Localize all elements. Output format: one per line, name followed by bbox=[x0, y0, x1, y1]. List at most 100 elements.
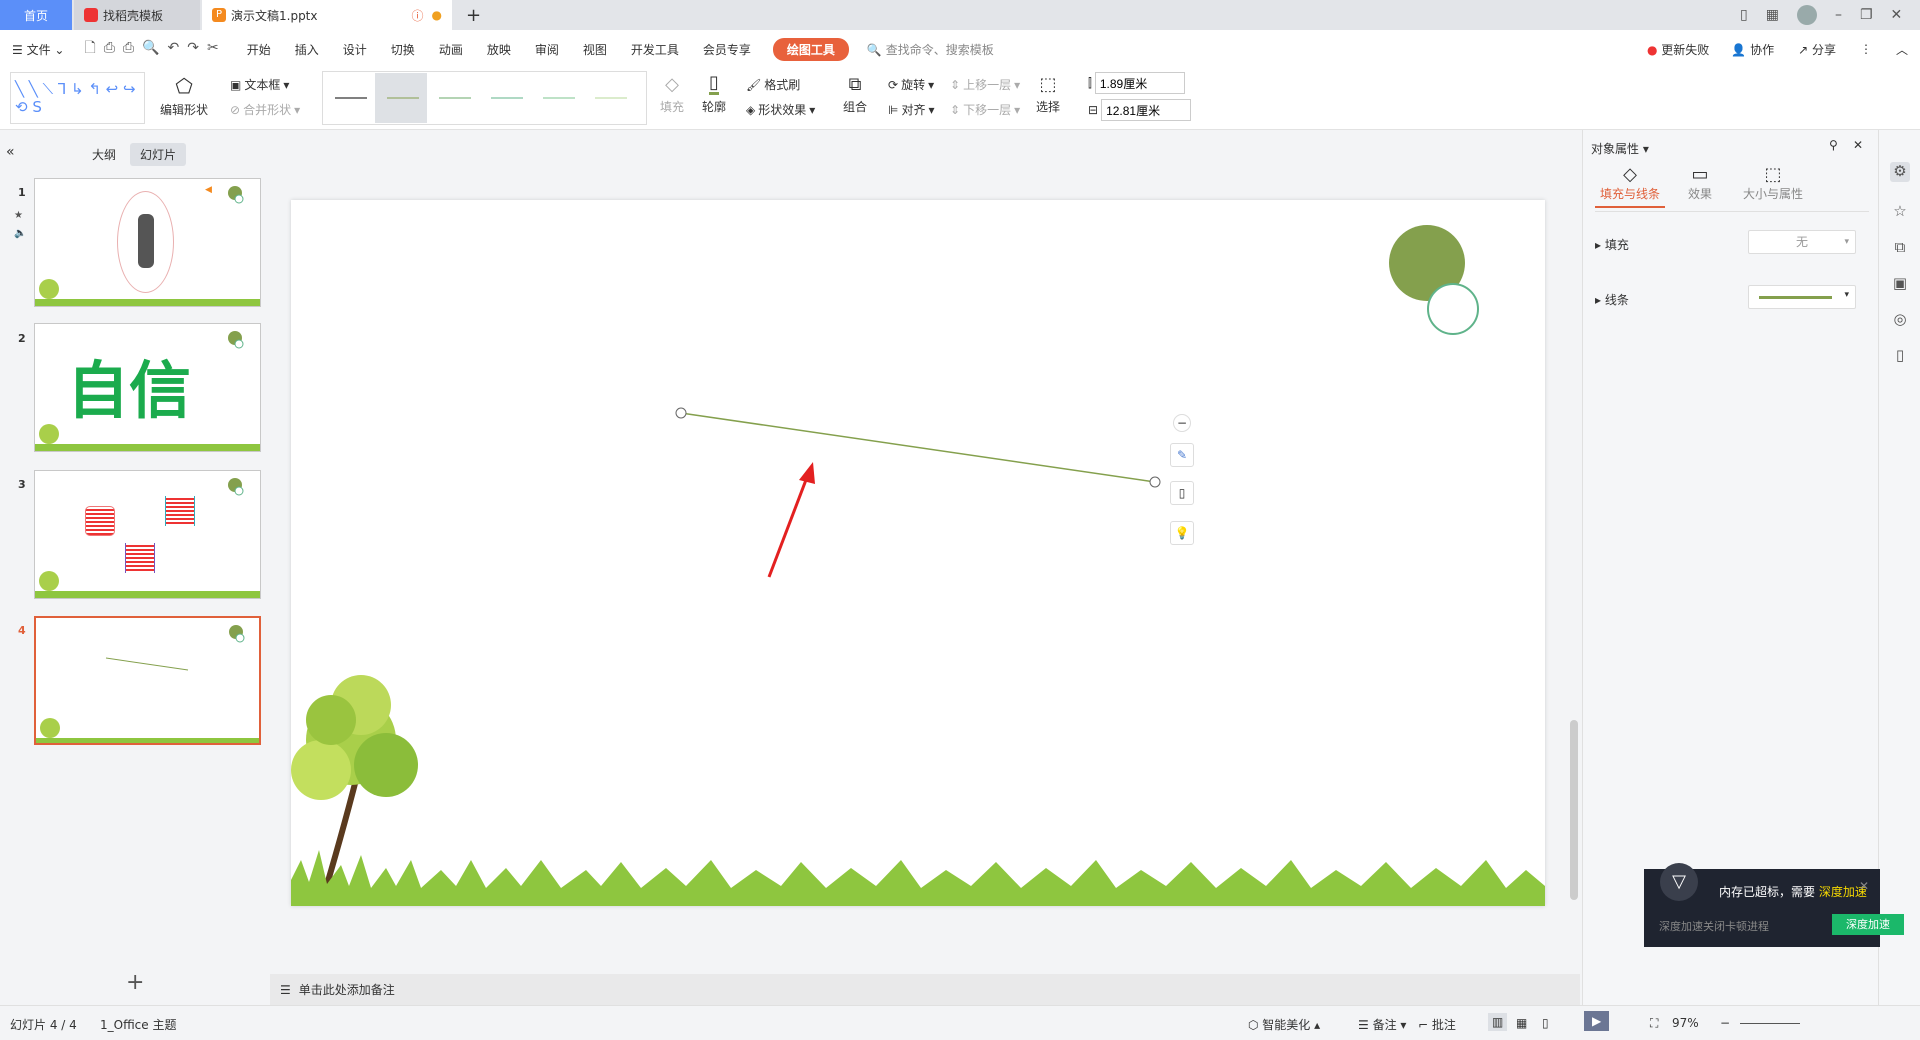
outline-label: 轮廓 bbox=[702, 100, 727, 114]
tab-templates[interactable]: 找稻壳模板 bbox=[74, 0, 200, 30]
menu-developer[interactable]: 开发工具 bbox=[619, 41, 691, 58]
bring-forward-button[interactable]: ⇕ 上移一层 ▾ bbox=[950, 76, 1020, 93]
sorter-view-icon[interactable]: ▦ bbox=[1516, 1016, 1527, 1030]
rotate-button[interactable]: ⟳ 旋转 ▾ bbox=[888, 76, 934, 93]
menu-animation[interactable]: 动画 bbox=[427, 41, 475, 58]
add-slide-button[interactable]: + bbox=[126, 970, 144, 995]
menu-transition[interactable]: 切换 bbox=[379, 41, 427, 58]
collapse-panel-icon[interactable]: « bbox=[6, 144, 15, 160]
pin-icon[interactable]: ⚲ bbox=[1829, 138, 1838, 152]
outline-button[interactable]: ▯ 轮廓 bbox=[702, 74, 726, 115]
file-menu[interactable]: ☰ 文件 ⌄ bbox=[0, 41, 76, 58]
slide-thumbnail-2[interactable]: 自信 bbox=[34, 323, 261, 452]
toast-close-icon[interactable]: ✕ bbox=[1859, 879, 1869, 893]
format-painter-button[interactable]: 🖌 格式刷 bbox=[746, 76, 800, 93]
search-command[interactable]: 🔍 查找命令、搜索模板 bbox=[867, 41, 994, 58]
tab-size[interactable]: ⬚ 大小与属性 bbox=[1733, 164, 1813, 202]
tab-home[interactable]: 首页 bbox=[0, 0, 72, 30]
line-color-dropdown[interactable]: ▾ bbox=[1748, 285, 1856, 309]
line-style-gallery[interactable] bbox=[322, 71, 647, 125]
restore-icon[interactable]: ❐ bbox=[1860, 7, 1873, 23]
width-field[interactable]: ⊟ bbox=[1088, 99, 1192, 121]
line-shapes-gallery[interactable]: ╲ ╲ ⟍ ⅂ ↳ ↰ ↩ ↪ ⟲ S bbox=[10, 72, 145, 124]
menu-review[interactable]: 审阅 bbox=[523, 41, 571, 58]
select-button[interactable]: ⬚ 选择 bbox=[1036, 74, 1060, 115]
slide-thumbnail-4[interactable] bbox=[34, 616, 261, 745]
pen-icon[interactable]: ✎ bbox=[1170, 443, 1194, 467]
play-button[interactable]: ▶ bbox=[1584, 1011, 1610, 1031]
slide[interactable] bbox=[291, 200, 1545, 906]
tab-label: 找稻壳模板 bbox=[103, 8, 164, 23]
more-icon[interactable]: ⋮ bbox=[1848, 42, 1884, 56]
slide-thumbnail-3[interactable] bbox=[34, 470, 261, 599]
shape-outline-icon[interactable]: ▯ bbox=[1170, 481, 1194, 505]
group-button[interactable]: ⧉ 组合 bbox=[843, 74, 867, 115]
effect-icon[interactable]: ◎ bbox=[1890, 310, 1910, 330]
thumb-decoration bbox=[35, 471, 260, 598]
update-status[interactable]: ● 更新失败 bbox=[1647, 41, 1719, 58]
menu-member[interactable]: 会员专享 bbox=[691, 41, 763, 58]
menu-view[interactable]: 视图 bbox=[571, 41, 619, 58]
zoom-out-handle-icon[interactable]: − bbox=[1173, 414, 1191, 432]
panel-title[interactable]: 对象属性 ▾ bbox=[1591, 140, 1649, 157]
menu-insert[interactable]: 插入 bbox=[283, 41, 331, 58]
transition-icon[interactable]: ⧉ bbox=[1890, 238, 1910, 258]
textbox-button[interactable]: ▣ 文本框 ▾ bbox=[230, 76, 289, 93]
minimize-icon[interactable]: – bbox=[1835, 7, 1842, 23]
menu-slideshow[interactable]: 放映 bbox=[475, 41, 523, 58]
avatar[interactable] bbox=[1796, 5, 1817, 25]
normal-view-icon[interactable]: ▥ bbox=[1488, 1013, 1508, 1031]
properties-icon[interactable]: ⚙ bbox=[1890, 162, 1910, 182]
beautify-button[interactable]: ⬡ 智能美化 ▴ bbox=[1248, 1016, 1320, 1033]
menu-drawing-tools[interactable]: 绘图工具 bbox=[772, 37, 849, 61]
comment-button[interactable]: ⌐ 批注 bbox=[1418, 1016, 1456, 1033]
zoom-level[interactable]: 97% bbox=[1672, 1016, 1699, 1030]
beautify-icon[interactable]: ▣ bbox=[1890, 274, 1910, 294]
book-icon[interactable]: ▯ bbox=[1890, 346, 1910, 366]
tab-slides[interactable]: 幻灯片 bbox=[130, 143, 187, 166]
shape-effect-button[interactable]: ◈ 形状效果 ▾ bbox=[746, 101, 815, 118]
lightbulb-icon[interactable]: 💡 bbox=[1170, 521, 1194, 545]
width-input[interactable] bbox=[1101, 99, 1192, 121]
zoom-out-button[interactable]: − bbox=[1720, 1016, 1730, 1030]
animation-icon[interactable]: ☆ bbox=[1890, 202, 1910, 222]
height-field[interactable]: ⫿ bbox=[1088, 72, 1185, 94]
menu-design[interactable]: 设计 bbox=[331, 41, 379, 58]
slide-number: 4 bbox=[18, 624, 26, 637]
send-backward-button[interactable]: ⇕ 下移一层 ▾ bbox=[950, 101, 1020, 118]
zoom-slider[interactable] bbox=[1740, 1023, 1800, 1024]
height-input[interactable] bbox=[1094, 72, 1185, 94]
down-label: 下移一层 bbox=[963, 103, 1012, 117]
collab-button[interactable]: 👤 协作 bbox=[1719, 41, 1786, 58]
reading-view-icon[interactable]: ▯ bbox=[1542, 1016, 1549, 1030]
tab-effects[interactable]: ▭ 效果 bbox=[1675, 164, 1725, 202]
collapse-ribbon-icon[interactable]: ︿ bbox=[1884, 41, 1920, 58]
fill-label: 填充 bbox=[660, 100, 685, 114]
tab-fill-line[interactable]: ◇ 填充与线条 bbox=[1595, 164, 1665, 208]
share-button[interactable]: ↗ 分享 bbox=[1786, 41, 1848, 58]
slide-thumbnail-1[interactable]: ◀ bbox=[34, 178, 261, 307]
tab-document[interactable]: P 演示文稿1.pptx ⓘ ● bbox=[202, 0, 452, 30]
merge-shape-button[interactable]: ⊘ 合并形状 ▾ bbox=[230, 101, 300, 118]
align-button[interactable]: ⊫ 对齐 ▾ bbox=[888, 101, 935, 118]
theme-name[interactable]: 1_Office 主题 bbox=[100, 1016, 176, 1033]
vertical-scrollbar[interactable] bbox=[1570, 130, 1578, 974]
menu-start[interactable]: 开始 bbox=[235, 41, 283, 58]
layout-icon[interactable]: ▯ bbox=[1740, 7, 1748, 23]
edit-shape-button[interactable]: ⬠ 编辑形状 bbox=[160, 74, 208, 118]
new-tab-button[interactable]: + bbox=[456, 0, 491, 30]
notes-button[interactable]: ☰ 备注 ▾ bbox=[1358, 1016, 1406, 1033]
close-panel-icon[interactable]: ✕ bbox=[1853, 138, 1863, 152]
tab-outline[interactable]: 大纲 bbox=[92, 146, 116, 163]
notes-bar[interactable]: ☰ 单击此处添加备注 bbox=[270, 974, 1580, 1005]
fit-icon[interactable]: ⛶ bbox=[1650, 1016, 1658, 1031]
fill-dropdown[interactable]: 无 ▾ bbox=[1748, 230, 1856, 254]
quick-access-icons[interactable]: 🗋⎙⎙🔍↶↷✂ bbox=[76, 37, 234, 61]
fill-button[interactable]: ◇ 填充 bbox=[660, 74, 684, 115]
fill-section-toggle[interactable]: ▸ 填充 bbox=[1595, 236, 1629, 253]
accelerate-button[interactable]: 深度加速 bbox=[1832, 914, 1904, 935]
grid-icon[interactable]: ▦ bbox=[1766, 7, 1779, 23]
line-section-toggle[interactable]: ▸ 线条 bbox=[1595, 291, 1629, 308]
close-icon[interactable]: ✕ bbox=[1891, 7, 1903, 23]
fill-value: 无 bbox=[1795, 235, 1808, 249]
